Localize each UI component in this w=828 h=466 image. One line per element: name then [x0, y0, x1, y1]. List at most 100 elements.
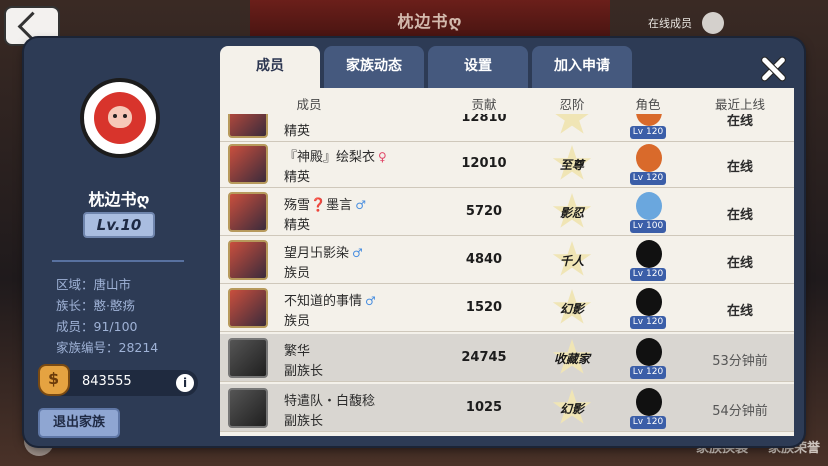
member-last-online: 在线: [726, 256, 753, 271]
leave-family-button[interactable]: 退出家族: [38, 408, 120, 438]
member-last-online: 在线: [726, 208, 753, 223]
member-rank: 族员: [284, 266, 311, 281]
ninja-rank-text: 幻影: [559, 302, 584, 316]
character-portrait[interactable]: Lv 120: [628, 386, 668, 430]
character-level: Lv 100: [630, 220, 666, 233]
member-name-text: 不知道的事情: [284, 294, 363, 309]
family-funds: 843555 i: [38, 364, 198, 396]
character-portrait[interactable]: Lv 120: [628, 286, 668, 330]
family-region: 区域：唐山市: [56, 277, 132, 292]
tab-members[interactable]: 成员: [220, 46, 320, 88]
character-level: Lv 120: [630, 268, 666, 281]
ninja-rank-text: 至尊: [559, 158, 584, 172]
member-list[interactable]: 精英 12810 Lv 120 在线 『神殿』绘梨衣 ♀ 精英 12010 至尊 …: [220, 88, 794, 436]
avatar[interactable]: [228, 388, 268, 428]
male-icon: ♂: [355, 198, 366, 212]
member-name: 特遣队・白馥稔: [284, 390, 375, 409]
online-members-label: 在线成员: [648, 17, 692, 30]
member-name-text: 望月卐影染: [284, 246, 350, 261]
member-row[interactable]: 『神殿』绘梨衣 ♀ 精英 12010 至尊 Lv 120 在线: [220, 140, 794, 188]
family-name: 枕边书ღ: [88, 190, 150, 209]
ninja-rank-badge-icon: 影忍: [546, 193, 598, 231]
character-icon: [636, 144, 662, 172]
background-title: 枕边书ღ: [397, 12, 463, 31]
member-row[interactable]: 殇雪❓墨言 ♂ 精英 5720 影忍 Lv 100 在线: [220, 188, 794, 236]
header-contribution: 贡献: [471, 97, 497, 112]
ninja-rank-badge-icon: 千人: [546, 241, 598, 279]
family-info-list: 区域：唐山市 族长：憨·憨疡 成员：91/100 家族编号：28214: [56, 274, 158, 358]
header-last-online: 最近上线: [714, 97, 765, 112]
list-header: 成员 贡献 忍阶 角色 最近上线: [220, 88, 794, 114]
background-top-right: 在线成员: [638, 6, 828, 40]
member-name: 殇雪❓墨言 ♂: [284, 194, 366, 213]
member-last-online: 54分钟前: [712, 404, 768, 419]
avatar[interactable]: [228, 240, 268, 280]
character-level: Lv 120: [630, 172, 666, 185]
avatar[interactable]: [228, 144, 268, 184]
character-portrait[interactable]: Lv 120: [628, 336, 668, 380]
character-icon: [636, 338, 662, 366]
member-rank: 精英: [284, 124, 311, 139]
member-rank: 精英: [284, 170, 311, 185]
family-id: 家族编号：28214: [56, 340, 159, 355]
member-name: 繁华: [284, 340, 310, 359]
header-member: 成员: [296, 97, 322, 112]
header-ninja-rank: 忍阶: [559, 97, 585, 112]
male-icon: ♂: [352, 246, 363, 260]
member-last-online: 在线: [726, 304, 753, 319]
member-row[interactable]: 特遣队・白馥稔 副族长 1025 幻影 Lv 120 54分钟前: [220, 384, 794, 432]
tab-settings[interactable]: 设置: [428, 46, 528, 88]
member-name-text: 繁华: [284, 344, 311, 359]
member-rank: 精英: [284, 218, 311, 233]
character-icon: [636, 288, 662, 316]
member-contribution: 4840: [465, 252, 503, 267]
member-row[interactable]: 不知道的事情 ♂ 族员 1520 幻影 Lv 120 在线: [220, 284, 794, 332]
member-contribution: 12010: [461, 156, 507, 171]
avatar[interactable]: [228, 338, 268, 378]
family-leader: 族长：憨·憨疡: [56, 298, 135, 313]
character-level: Lv 120: [630, 316, 666, 329]
ninja-rank-badge-icon: 收藏家: [546, 339, 598, 377]
character-portrait[interactable]: Lv 120: [628, 238, 668, 282]
character-icon: [636, 192, 662, 220]
member-last-online: 在线: [726, 160, 753, 175]
character-icon: [636, 388, 662, 416]
family-level-badge: Lv.10: [83, 212, 155, 238]
avatar[interactable]: [228, 192, 268, 232]
funds-value: 843555: [82, 374, 132, 389]
member-last-online: 53分钟前: [712, 354, 768, 369]
member-row[interactable]: 望月卐影染 ♂ 族员 4840 千人 Lv 120 在线: [220, 236, 794, 284]
info-icon[interactable]: i: [176, 374, 194, 392]
member-rank: 副族长: [284, 364, 324, 379]
member-name: 『神殿』绘梨衣 ♀: [284, 146, 387, 165]
member-contribution: 1025: [465, 400, 503, 415]
ninja-rank-text: 千人: [559, 254, 584, 268]
family-members-count: 成员：91/100: [56, 319, 138, 334]
character-icon: [636, 240, 662, 268]
background-banner: 枕边书ღ: [250, 0, 610, 38]
member-contribution: 1520: [465, 300, 503, 315]
ninja-rank-badge-icon: 幻影: [546, 289, 598, 327]
ninja-rank-text: 收藏家: [553, 352, 590, 366]
ninja-rank-text: 幻影: [559, 402, 584, 416]
ninja-rank-text: 影忍: [559, 206, 584, 220]
character-portrait[interactable]: Lv 120: [628, 142, 668, 186]
tab-family-news[interactable]: 家族动态: [324, 46, 424, 88]
close-icon[interactable]: [756, 52, 790, 86]
avatar[interactable]: [228, 288, 268, 328]
character-level: Lv 120: [630, 366, 666, 379]
character-portrait[interactable]: Lv 100: [628, 190, 668, 234]
member-name-text: 殇雪❓墨言: [284, 198, 353, 213]
member-name-text: 特遣队・白馥稔: [284, 394, 376, 409]
member-name: 不知道的事情 ♂: [284, 290, 376, 309]
member-name-text: 『神殿』绘梨衣: [284, 150, 376, 165]
member-rank: 副族长: [284, 414, 324, 429]
money-bag-icon: [38, 364, 70, 396]
settings-icon[interactable]: [702, 12, 724, 34]
ninja-rank-badge-icon: 至尊: [546, 145, 598, 183]
family-emblem-icon: [80, 78, 160, 158]
member-contribution: 5720: [465, 204, 503, 219]
header-character: 角色: [635, 97, 661, 112]
member-row[interactable]: 繁华 副族长 24745 收藏家 Lv 120 53分钟前: [220, 334, 794, 382]
tab-join-requests[interactable]: 加入申请: [532, 46, 632, 88]
